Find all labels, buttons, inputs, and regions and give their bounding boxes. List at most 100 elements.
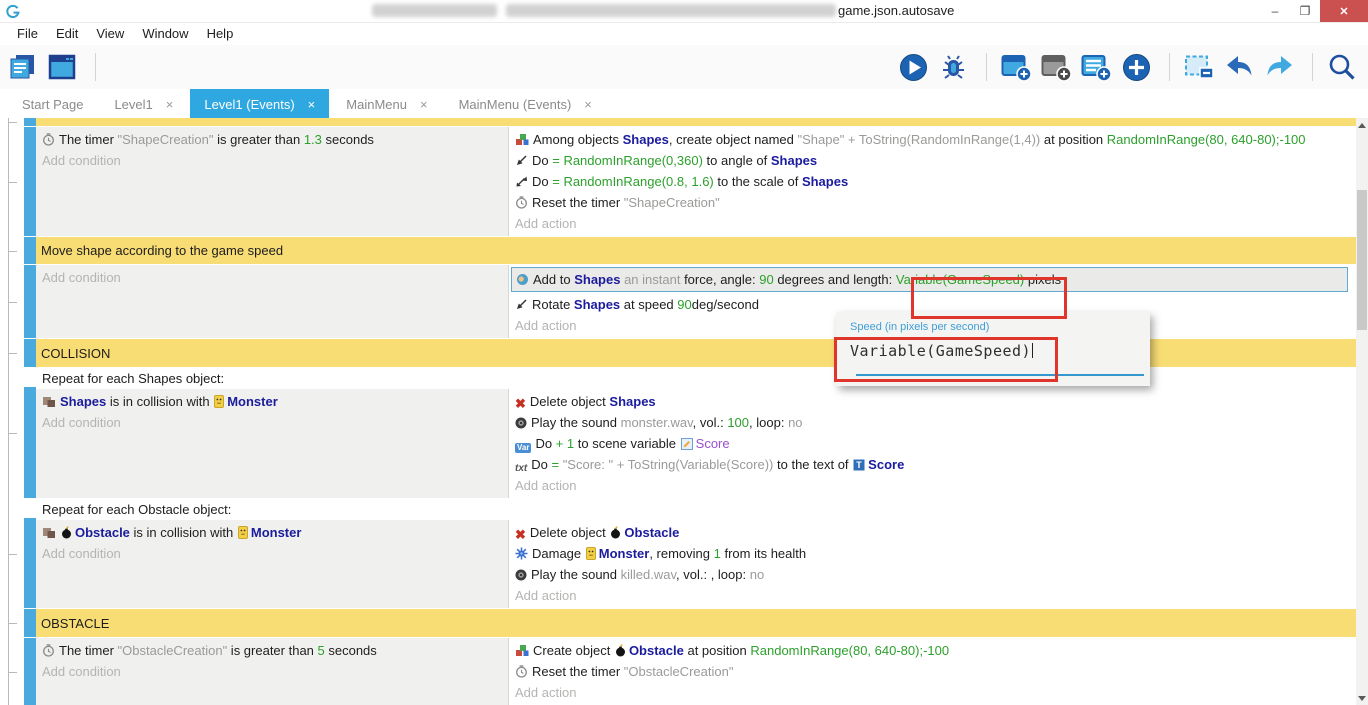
redo-button[interactable] [1265, 51, 1297, 83]
action-row[interactable]: Do = RandomInRange(0.8, 1.6) to the scal… [515, 171, 1350, 192]
text-segment: Do [535, 436, 555, 451]
event-selection-bar[interactable] [24, 118, 36, 126]
event-selection-bar[interactable] [24, 127, 36, 236]
tab-close-icon[interactable]: × [166, 97, 174, 112]
menu-view[interactable]: View [87, 23, 133, 45]
tab-mainmenu-events-[interactable]: MainMenu (Events)× [445, 89, 606, 119]
text-segment: The timer [59, 643, 118, 658]
tab-close-icon[interactable]: × [420, 97, 428, 112]
scroll-down-icon[interactable] [1356, 691, 1368, 705]
action-row[interactable]: Play the sound killed.wav, vol.: , loop:… [515, 564, 1350, 585]
tree-connector [8, 672, 17, 673]
scrollbar-thumb[interactable] [1357, 190, 1367, 330]
scroll-up-icon[interactable] [1356, 118, 1368, 132]
textobj-icon: T [853, 459, 865, 471]
menu-file[interactable]: File [8, 23, 47, 45]
text-segment: Obstacle [75, 525, 130, 540]
comment-text[interactable]: COLLISION [36, 339, 1356, 367]
add-action-placeholder[interactable]: Add action [515, 475, 1350, 496]
comment-row: OBSTACLE [24, 609, 1356, 637]
close-button[interactable]: ✕ [1320, 0, 1368, 22]
tab-start-page[interactable]: Start Page [8, 89, 97, 119]
menu-window[interactable]: Window [133, 23, 197, 45]
tab-level1-events-[interactable]: Level1 (Events)× [190, 89, 329, 119]
main-toolbar [0, 45, 1368, 89]
event-selection-bar[interactable] [24, 609, 36, 637]
action-row[interactable]: Among objects Shapes, create object name… [515, 129, 1350, 150]
add-scene-window-button[interactable] [1002, 51, 1034, 83]
toolbar-separator [95, 53, 96, 81]
condition-row[interactable]: The timer "ObstacleCreation" is greater … [42, 640, 502, 661]
text-segment: Shapes [574, 297, 620, 312]
add-event-button[interactable] [1082, 51, 1114, 83]
add-action-placeholder[interactable]: Add action [515, 682, 1350, 703]
event-selection-bar[interactable] [24, 237, 36, 264]
event-selection-bar[interactable] [24, 387, 36, 498]
actions-column: ✖Delete object ObstacleDamage Monster, r… [508, 520, 1356, 608]
add-condition-placeholder[interactable]: Add condition [42, 412, 502, 433]
scene-editor-button[interactable] [48, 51, 80, 83]
minimize-button[interactable]: – [1260, 0, 1290, 22]
action-row[interactable]: Do = RandomInRange(0,360) to angle of Sh… [515, 150, 1350, 171]
event-selection-bar[interactable] [24, 339, 36, 367]
action-row[interactable]: Reset the timer "ShapeCreation" [515, 192, 1350, 213]
action-row[interactable]: Create object Obstacle at position Rando… [515, 640, 1350, 661]
remove-event-button[interactable] [1185, 51, 1217, 83]
add-action-placeholder[interactable]: Add action [515, 213, 1350, 234]
add-external-events-button[interactable] [1042, 51, 1074, 83]
action-row[interactable]: Add to Shapes an instant force, angle: 9… [511, 267, 1348, 292]
debug-button[interactable] [939, 51, 971, 83]
event-block: The timer "ShapeCreation" is greater tha… [24, 127, 1356, 236]
conditions-column: Add condition [36, 265, 508, 338]
condition-row[interactable]: Shapes is in collision with Monster [42, 391, 502, 412]
tab-level1[interactable]: Level1× [100, 89, 187, 119]
restore-button[interactable]: ❐ [1290, 0, 1320, 22]
action-row[interactable]: Damage Monster, removing 1 from its heal… [515, 543, 1350, 564]
sound-icon [515, 417, 527, 429]
undo-button[interactable] [1225, 51, 1257, 83]
menu-help[interactable]: Help [198, 23, 243, 45]
menu-edit[interactable]: Edit [47, 23, 87, 45]
add-condition-placeholder[interactable]: Add condition [42, 267, 502, 288]
event-selection-bar[interactable] [24, 638, 36, 705]
event-block: The timer "ObstacleCreation" is greater … [24, 638, 1356, 705]
play-button[interactable] [899, 51, 931, 83]
text-segment: 90 [677, 297, 691, 312]
foreach-header[interactable]: Repeat for each Shapes object: [36, 368, 1356, 389]
vertical-scrollbar[interactable] [1356, 118, 1368, 705]
event-columns: The timer "ShapeCreation" is greater tha… [36, 127, 1356, 236]
condition-row[interactable]: The timer "ShapeCreation" is greater tha… [42, 129, 502, 150]
tab-close-icon[interactable]: × [308, 97, 316, 112]
add-condition-placeholder[interactable]: Add condition [42, 661, 502, 682]
event-selection-bar[interactable] [24, 518, 36, 608]
action-row[interactable]: txtDo = "Score: " + ToString(Variable(Sc… [515, 454, 1350, 475]
condition-row[interactable]: Obstacle is in collision with Monster [42, 522, 502, 543]
application-window: game.json.autosave – ❐ ✕ File Edit View … [0, 0, 1368, 705]
project-manager-button[interactable] [8, 51, 40, 83]
event-selection-bar[interactable] [24, 265, 36, 338]
debug-icon [940, 53, 967, 82]
action-row[interactable]: ✖Delete object Obstacle [515, 522, 1350, 543]
action-row[interactable]: Reset the timer "ObstacleCreation" [515, 661, 1350, 682]
text-segment: 1 [714, 546, 721, 561]
tab-mainmenu[interactable]: MainMenu× [332, 89, 441, 119]
text-segment: to angle of [703, 153, 771, 168]
comment-text[interactable]: Move shape according to the game speed [36, 237, 1356, 264]
action-row[interactable]: Play the sound monster.wav, vol.: 100, l… [515, 412, 1350, 433]
comment-text [36, 118, 1356, 126]
add-action-placeholder[interactable]: Add action [515, 585, 1350, 606]
actions-column: Among objects Shapes, create object name… [508, 127, 1356, 236]
foreach-header[interactable]: Repeat for each Obstacle object: [36, 499, 1356, 520]
action-row[interactable]: ✖Delete object Shapes [515, 391, 1350, 412]
text-segment: Reset the timer [532, 195, 624, 210]
comment-text[interactable]: OBSTACLE [36, 609, 1356, 637]
add-condition-placeholder[interactable]: Add condition [42, 150, 502, 171]
search-button[interactable] [1328, 51, 1360, 83]
event-block: Add condition Add to Shapes an instant fo… [24, 265, 1356, 338]
action-row[interactable]: VarDo + 1 to scene variable Score [515, 433, 1350, 454]
add-condition-placeholder[interactable]: Add condition [42, 543, 502, 564]
text-segment: Shapes [60, 394, 106, 409]
add-element-button[interactable] [1122, 51, 1154, 83]
expression-input[interactable]: Variable(GameSpeed) [850, 342, 1033, 360]
tab-close-icon[interactable]: × [584, 97, 592, 112]
